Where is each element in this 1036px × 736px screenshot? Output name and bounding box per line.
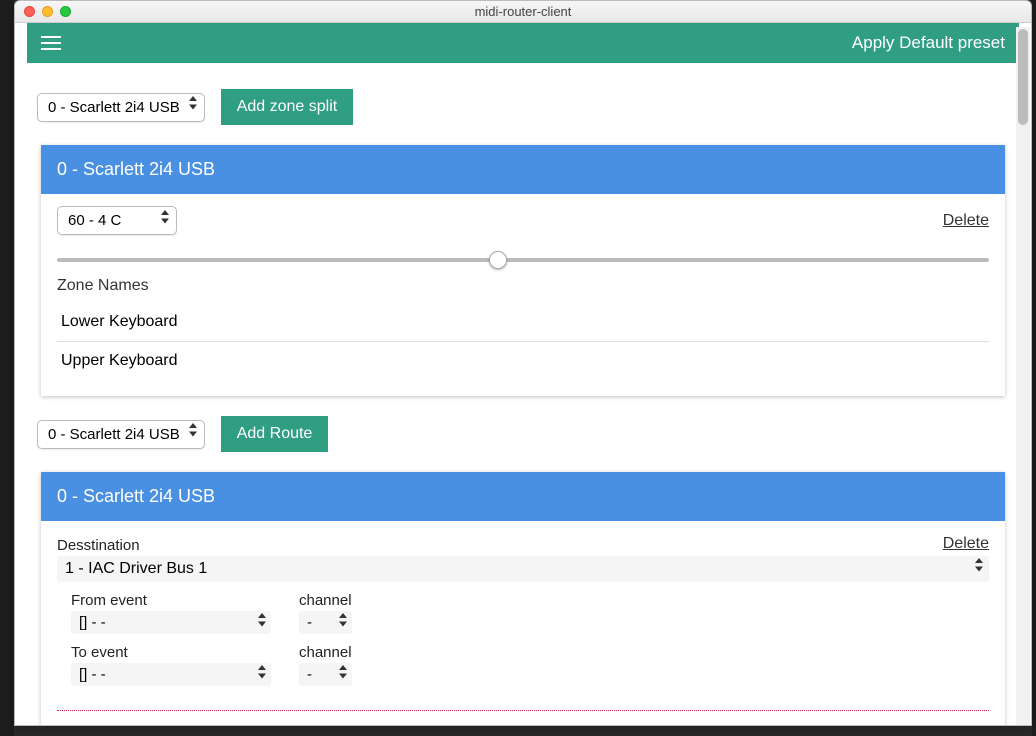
zone-names-label: Zone Names — [57, 277, 989, 295]
to-event-label: To event — [71, 644, 271, 661]
app-window: midi-router-client Apply Default preset … — [14, 0, 1032, 726]
route-divider — [57, 710, 989, 711]
add-route-button[interactable]: Add Route — [221, 416, 329, 452]
route-card-title: 0 - Scarlett 2i4 USB — [41, 472, 1005, 521]
menu-icon[interactable] — [41, 36, 61, 50]
zone-split-slider[interactable] — [57, 258, 989, 262]
window-close-button[interactable] — [24, 6, 35, 17]
window-title: midi-router-client — [15, 4, 1031, 19]
vertical-scrollbar[interactable] — [1016, 27, 1030, 725]
delete-zone-split-link[interactable]: Delete — [943, 212, 989, 230]
to-channel-label: channel — [299, 644, 352, 661]
add-zone-split-button[interactable]: Add zone split — [221, 89, 354, 125]
zone-device-select[interactable]: 0 - Scarlett 2i4 USB — [37, 93, 205, 122]
to-event-select[interactable]: [] - - — [71, 663, 271, 686]
app-toolbar: Apply Default preset — [27, 23, 1019, 63]
route-card: 0 - Scarlett 2i4 USB Desstination Delete… — [41, 472, 1005, 725]
from-event-label: From event — [71, 592, 271, 609]
titlebar: midi-router-client — [15, 1, 1031, 23]
zone-card-title: 0 - Scarlett 2i4 USB — [41, 145, 1005, 194]
apply-default-preset-button[interactable]: Apply Default preset — [852, 33, 1005, 53]
zone-name-input-0[interactable] — [57, 303, 989, 342]
window-minimize-button[interactable] — [42, 6, 53, 17]
zone-name-input-1[interactable] — [57, 342, 989, 380]
zone-split-note-select[interactable]: 60 - 4 C — [57, 206, 177, 235]
from-channel-select[interactable]: - — [299, 611, 352, 634]
scrollbar-thumb[interactable] — [1018, 29, 1028, 125]
window-maximize-button[interactable] — [60, 6, 71, 17]
zone-card: 0 - Scarlett 2i4 USB 60 - 4 C Delete Zon… — [41, 145, 1005, 396]
destination-select[interactable]: 1 - IAC Driver Bus 1 — [57, 556, 989, 582]
from-channel-label: channel — [299, 592, 352, 609]
destination-label: Desstination — [57, 537, 140, 554]
route-device-select[interactable]: 0 - Scarlett 2i4 USB — [37, 420, 205, 449]
from-event-select[interactable]: [] - - — [71, 611, 271, 634]
to-channel-select[interactable]: - — [299, 663, 352, 686]
delete-route-link[interactable]: Delete — [943, 535, 989, 553]
